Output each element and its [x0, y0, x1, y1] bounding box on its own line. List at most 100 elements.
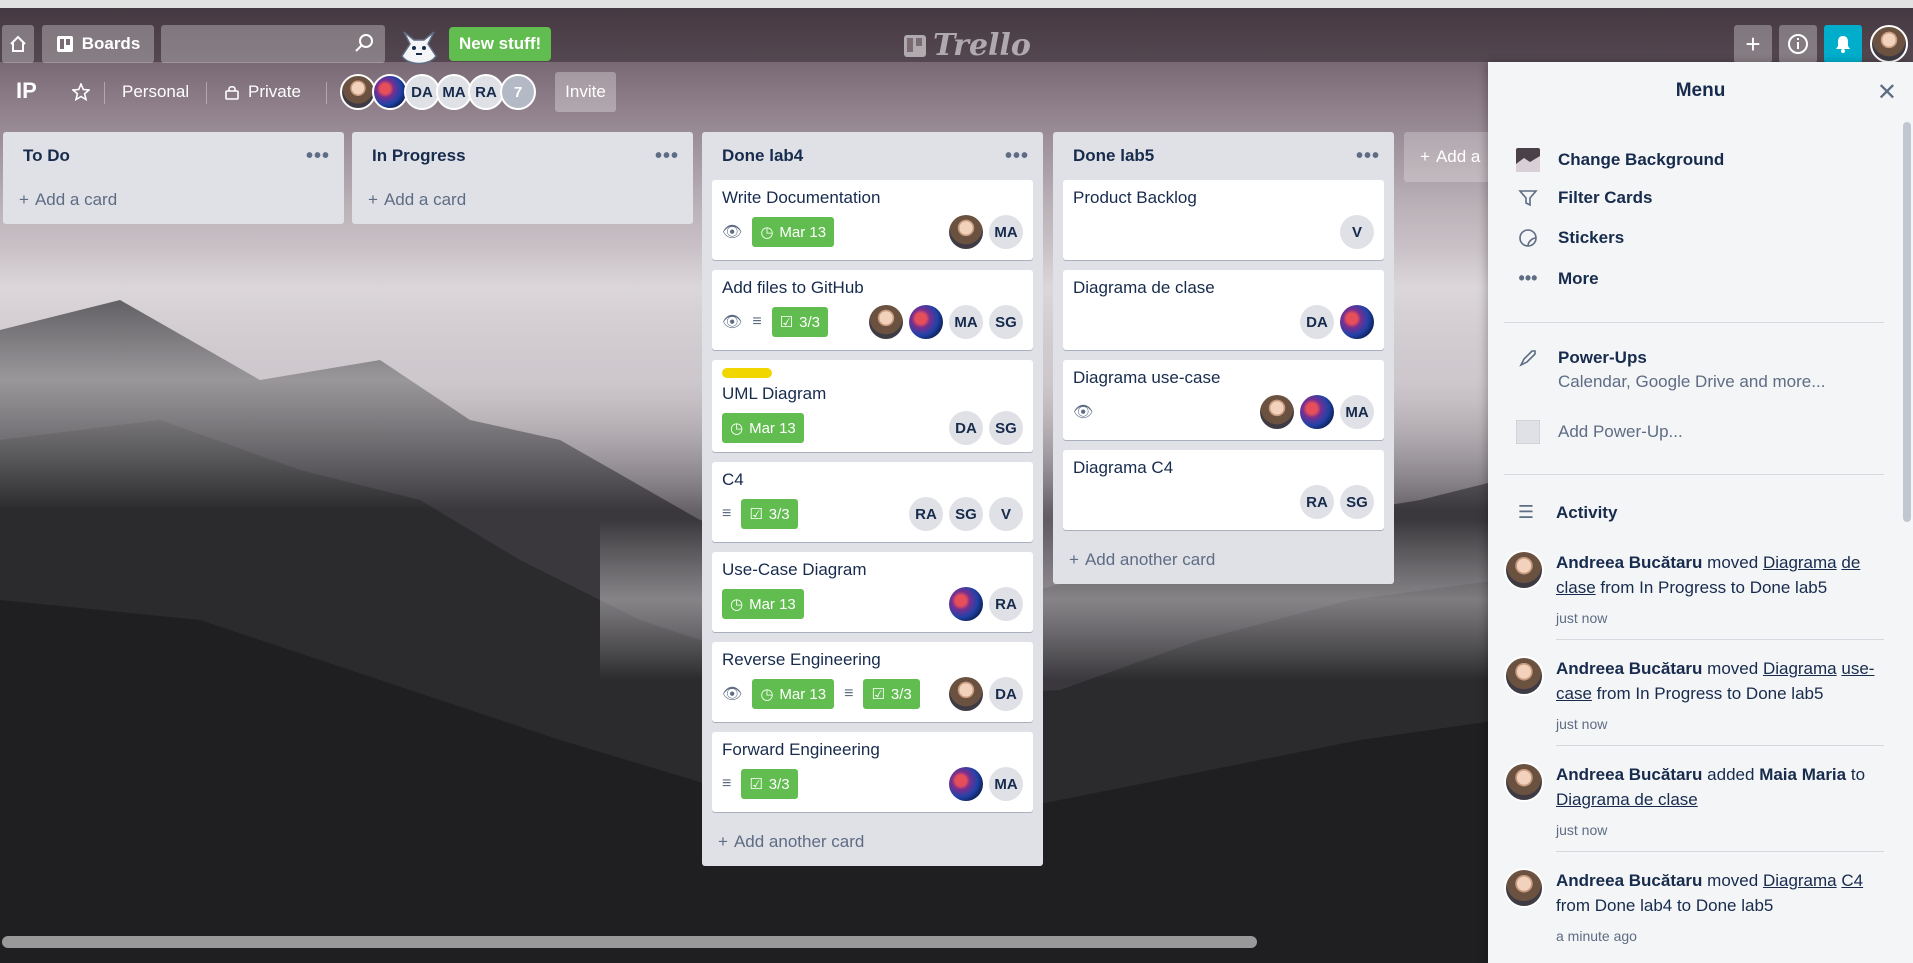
- card-member-avatar[interactable]: RA: [1300, 485, 1334, 519]
- list-menu-icon[interactable]: •••: [306, 145, 330, 168]
- card-member-avatar[interactable]: SG: [1340, 485, 1374, 519]
- more-members-count[interactable]: 7: [500, 74, 536, 110]
- card-member-avatar[interactable]: MA: [949, 305, 983, 339]
- list-title[interactable]: To Do: [23, 146, 70, 166]
- activity-user[interactable]: Andreea Bucătaru: [1556, 659, 1702, 678]
- activity-avatar[interactable]: [1504, 550, 1544, 590]
- trello-logo[interactable]: Trello: [903, 28, 1031, 63]
- team-button[interactable]: Personal: [122, 72, 189, 112]
- stickers-item[interactable]: Stickers: [1516, 228, 1624, 248]
- add-card-button[interactable]: + Add a card: [362, 180, 683, 220]
- info-button[interactable]: [1779, 25, 1817, 63]
- activity-time[interactable]: just now: [1556, 712, 1884, 737]
- member-avatar[interactable]: [372, 74, 408, 110]
- notifications-button[interactable]: [1824, 25, 1862, 63]
- list-menu-icon[interactable]: •••: [1356, 145, 1380, 168]
- card-member-avatar[interactable]: [949, 677, 983, 711]
- add-list-button[interactable]: + Add a: [1404, 132, 1494, 182]
- horizontal-scrollbar[interactable]: [2, 936, 1257, 948]
- list-menu-icon[interactable]: •••: [655, 145, 679, 168]
- activity-time[interactable]: just now: [1556, 818, 1884, 843]
- card[interactable]: Reverse Engineering 👁 ◷ Mar 13 ≡ ☑ 3/3 DA: [712, 642, 1033, 722]
- activity-card-link[interactable]: Diagrama: [1763, 553, 1837, 572]
- card-member-avatar[interactable]: MA: [1340, 395, 1374, 429]
- card[interactable]: Add files to GitHub 👁 ≡ ☑ 3/3 MA SG: [712, 270, 1033, 350]
- card[interactable]: Use-Case Diagram ◷ Mar 13 RA: [712, 552, 1033, 632]
- card-member-avatar[interactable]: SG: [949, 497, 983, 531]
- list-header[interactable]: To Do •••: [13, 132, 334, 180]
- member-avatar[interactable]: [340, 74, 376, 110]
- card-member-avatar[interactable]: [1260, 395, 1294, 429]
- more-item[interactable]: ••• More: [1516, 268, 1599, 289]
- list-header[interactable]: In Progress •••: [362, 132, 683, 180]
- card-member-avatar[interactable]: [909, 305, 943, 339]
- card-member-avatar[interactable]: [869, 305, 903, 339]
- card-member-avatar[interactable]: [1340, 305, 1374, 339]
- member-avatar[interactable]: DA: [404, 74, 440, 110]
- list-header[interactable]: Done lab4 •••: [712, 132, 1033, 180]
- card[interactable]: UML Diagram ◷ Mar 13 DA SG: [712, 360, 1033, 452]
- card[interactable]: Write Documentation 👁 ◷ Mar 13 MA: [712, 180, 1033, 260]
- activity-user[interactable]: Andreea Bucătaru: [1556, 871, 1702, 890]
- star-board-button[interactable]: [72, 72, 90, 112]
- card[interactable]: Diagrama use-case 👁 MA: [1063, 360, 1384, 440]
- card-member-avatar[interactable]: RA: [909, 497, 943, 531]
- card-member-avatar[interactable]: V: [989, 497, 1023, 531]
- activity-card-link[interactable]: Diagrama: [1763, 659, 1837, 678]
- activity-target-user[interactable]: Maia Maria: [1759, 765, 1846, 784]
- activity-time[interactable]: a minute ago: [1556, 924, 1884, 949]
- card-member-avatar[interactable]: [1300, 395, 1334, 429]
- list-title[interactable]: Done lab5: [1073, 146, 1154, 166]
- card-member-avatar[interactable]: [949, 767, 983, 801]
- member-avatar[interactable]: RA: [468, 74, 504, 110]
- due-date-badge[interactable]: ◷ Mar 13: [722, 589, 804, 619]
- card-member-avatar[interactable]: DA: [949, 411, 983, 445]
- board-title[interactable]: IP: [16, 78, 37, 104]
- activity-card-link[interactable]: C4: [1841, 871, 1863, 890]
- add-power-up-item[interactable]: Add Power-Up...: [1516, 420, 1683, 444]
- card-member-avatar[interactable]: V: [1340, 215, 1374, 249]
- card[interactable]: Forward Engineering ≡ ☑ 3/3 MA: [712, 732, 1033, 812]
- activity-user[interactable]: Andreea Bucătaru: [1556, 765, 1702, 784]
- card-member-avatar[interactable]: DA: [1300, 305, 1334, 339]
- card[interactable]: Product Backlog V: [1063, 180, 1384, 260]
- boards-button[interactable]: Boards: [42, 25, 154, 63]
- home-button[interactable]: [2, 25, 34, 63]
- menu-scrollbar[interactable]: [1903, 122, 1911, 522]
- activity-header[interactable]: ☰ Activity: [1514, 502, 1618, 523]
- activity-time[interactable]: just now: [1556, 606, 1884, 631]
- invite-button[interactable]: Invite: [555, 72, 616, 112]
- list-title[interactable]: In Progress: [372, 146, 466, 166]
- checklist-badge[interactable]: ☑ 3/3: [771, 307, 828, 337]
- due-date-badge[interactable]: ◷ Mar 13: [752, 217, 835, 247]
- list-menu-icon[interactable]: •••: [1005, 145, 1029, 168]
- visibility-button[interactable]: Private: [224, 72, 301, 112]
- new-stuff-badge[interactable]: New stuff!: [449, 27, 552, 61]
- filter-cards-item[interactable]: Filter Cards: [1516, 188, 1652, 208]
- card-member-avatar[interactable]: DA: [989, 677, 1023, 711]
- card-member-avatar[interactable]: SG: [989, 305, 1023, 339]
- checklist-badge[interactable]: ☑ 3/3: [741, 499, 798, 529]
- list-title[interactable]: Done lab4: [722, 146, 803, 166]
- activity-avatar[interactable]: [1504, 868, 1544, 908]
- close-icon[interactable]: ✕: [1877, 78, 1897, 107]
- activity-avatar[interactable]: [1504, 656, 1544, 696]
- card-member-avatar[interactable]: MA: [989, 767, 1023, 801]
- card-member-avatar[interactable]: MA: [989, 215, 1023, 249]
- card-member-avatar[interactable]: SG: [989, 411, 1023, 445]
- user-avatar[interactable]: [1870, 25, 1908, 63]
- taco-mascot-icon[interactable]: [396, 22, 442, 73]
- add-card-button[interactable]: + Add another card: [712, 822, 1033, 862]
- card[interactable]: C4 ≡ ☑ 3/3 RA SG V: [712, 462, 1033, 542]
- card-member-avatar[interactable]: [949, 215, 983, 249]
- card[interactable]: Diagrama de clase DA: [1063, 270, 1384, 350]
- due-date-badge[interactable]: ◷ Mar 13: [752, 679, 835, 709]
- card[interactable]: Diagrama C4 RA SG: [1063, 450, 1384, 530]
- search-input[interactable]: [161, 25, 385, 63]
- create-button[interactable]: +: [1734, 25, 1772, 63]
- activity-avatar[interactable]: [1504, 762, 1544, 802]
- add-card-button[interactable]: + Add a card: [13, 180, 334, 220]
- card-label-yellow[interactable]: [722, 368, 772, 378]
- power-ups-item[interactable]: Power-Ups Calendar, Google Drive and mor…: [1516, 348, 1825, 392]
- search-icon[interactable]: [354, 33, 374, 58]
